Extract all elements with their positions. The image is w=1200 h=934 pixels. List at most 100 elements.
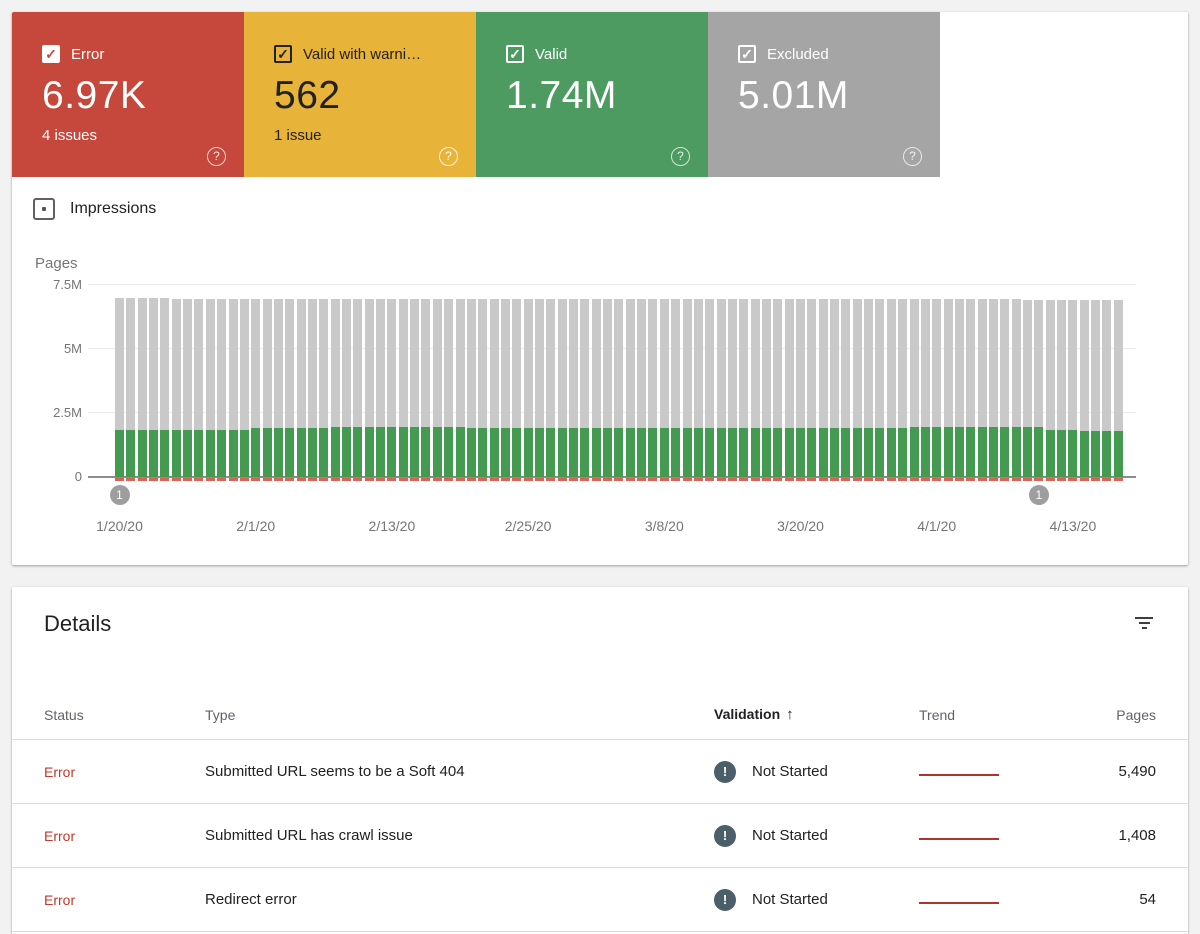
chart-bar[interactable] (126, 298, 135, 477)
chart-bar[interactable] (637, 299, 646, 477)
chart-bar[interactable] (955, 299, 964, 477)
chart-bar[interactable] (535, 299, 544, 477)
chart-bar[interactable] (580, 299, 589, 477)
chart-bar[interactable] (456, 299, 465, 477)
chart-bar[interactable] (898, 299, 907, 477)
chart-bar[interactable] (807, 299, 816, 477)
chart-bar[interactable] (376, 299, 385, 477)
chart-bar[interactable] (751, 299, 760, 477)
chart-bar[interactable] (319, 299, 328, 477)
chart-bar[interactable] (1000, 299, 1009, 477)
chart-bar[interactable] (263, 299, 272, 477)
chart-bar[interactable] (1080, 300, 1089, 477)
table-row-redirect-error[interactable]: Error Redirect error ! Not Started 54 (12, 868, 1188, 932)
chart-annotation-marker[interactable]: 1 (110, 485, 130, 505)
chart-bar[interactable] (660, 299, 669, 477)
chart-bar[interactable] (297, 299, 306, 477)
chart-bar[interactable] (558, 299, 567, 477)
chart-bar[interactable] (1023, 300, 1032, 477)
chart-bar[interactable] (887, 299, 896, 477)
chart-bar[interactable] (739, 299, 748, 477)
chart-bar[interactable] (944, 299, 953, 477)
chart-bar[interactable] (490, 299, 499, 477)
chart-bar[interactable] (501, 299, 510, 477)
chart-bar[interactable] (1012, 299, 1021, 477)
chart-bar[interactable] (683, 299, 692, 477)
chart-bar[interactable] (728, 299, 737, 477)
chart-annotation-marker[interactable]: 1 (1029, 485, 1049, 505)
chart-bar[interactable] (229, 299, 238, 477)
chart-bar[interactable] (365, 299, 374, 477)
chart-bar[interactable] (399, 299, 408, 477)
chart-bar[interactable] (217, 299, 226, 477)
chart-bar[interactable] (421, 299, 430, 477)
chart-bar[interactable] (910, 299, 919, 477)
chart-bar[interactable] (115, 298, 124, 477)
chart-bar[interactable] (603, 299, 612, 477)
chart-bar[interactable] (478, 299, 487, 477)
column-header-trend[interactable]: Trend (919, 707, 1059, 723)
chart-bar[interactable] (194, 299, 203, 477)
chart-bar[interactable] (614, 299, 623, 477)
chart-bar[interactable] (569, 299, 578, 477)
chart-bar[interactable] (353, 299, 362, 477)
chart-bar[interactable] (773, 299, 782, 477)
chart-bar[interactable] (830, 299, 839, 477)
chart-bar[interactable] (546, 299, 555, 477)
chart-bar[interactable] (1091, 300, 1100, 477)
chart-bar[interactable] (1057, 300, 1066, 477)
chart-bar[interactable] (875, 299, 884, 477)
chart-bar[interactable] (138, 298, 147, 477)
chart-bar[interactable] (1102, 300, 1111, 477)
chart-bar[interactable] (444, 299, 453, 477)
chart-bar[interactable] (671, 299, 680, 477)
chart-bar[interactable] (308, 299, 317, 477)
chart-bar[interactable] (1046, 300, 1055, 477)
chart-bar[interactable] (524, 299, 533, 477)
column-header-validation-sorted[interactable]: Validation↑ (714, 706, 919, 723)
chart-bar[interactable] (1068, 300, 1077, 477)
chart-bar[interactable] (841, 299, 850, 477)
chart-bar[interactable] (819, 299, 828, 477)
chart-bar[interactable] (762, 299, 771, 477)
chart-bar[interactable] (989, 299, 998, 477)
chart-bar[interactable] (172, 299, 181, 477)
column-header-pages[interactable]: Pages (1059, 707, 1156, 723)
chart-bar[interactable] (592, 299, 601, 477)
chart-bar[interactable] (1034, 300, 1043, 477)
chart-bar[interactable] (785, 299, 794, 477)
chart-bar[interactable] (387, 299, 396, 477)
chart-bar[interactable] (149, 298, 158, 477)
chart-bar[interactable] (331, 299, 340, 477)
chart-bar[interactable] (160, 298, 169, 477)
chart-bar[interactable] (240, 299, 249, 477)
chart-bar[interactable] (1114, 300, 1123, 477)
chart-bar[interactable] (864, 299, 873, 477)
column-header-type[interactable]: Type (205, 707, 714, 723)
table-row-crawl-issue[interactable]: Error Submitted URL has crawl issue ! No… (12, 804, 1188, 868)
chart-bar[interactable] (796, 299, 805, 477)
chart-bar[interactable] (512, 299, 521, 477)
chart-bar[interactable] (694, 299, 703, 477)
chart-bar[interactable] (717, 299, 726, 477)
chart-bar[interactable] (921, 299, 930, 477)
chart-bar[interactable] (932, 299, 941, 477)
chart-bar[interactable] (342, 299, 351, 477)
chart-bar[interactable] (626, 299, 635, 477)
chart-bar[interactable] (274, 299, 283, 477)
chart-bar[interactable] (467, 299, 476, 477)
chart-bar[interactable] (648, 299, 657, 477)
chart-bar[interactable] (978, 299, 987, 477)
chart-bar[interactable] (285, 299, 294, 477)
chart-bar[interactable] (183, 299, 192, 477)
column-header-status[interactable]: Status (44, 707, 205, 723)
table-row-soft-404[interactable]: Error Submitted URL seems to be a Soft 4… (12, 740, 1188, 804)
filter-list-icon[interactable] (1134, 617, 1154, 635)
chart-bar[interactable] (433, 299, 442, 477)
chart-bar[interactable] (206, 299, 215, 477)
chart-bar[interactable] (853, 299, 862, 477)
chart-bar[interactable] (251, 299, 260, 477)
chart-bar[interactable] (410, 299, 419, 477)
chart-bar[interactable] (705, 299, 714, 477)
chart-bar[interactable] (966, 299, 975, 477)
